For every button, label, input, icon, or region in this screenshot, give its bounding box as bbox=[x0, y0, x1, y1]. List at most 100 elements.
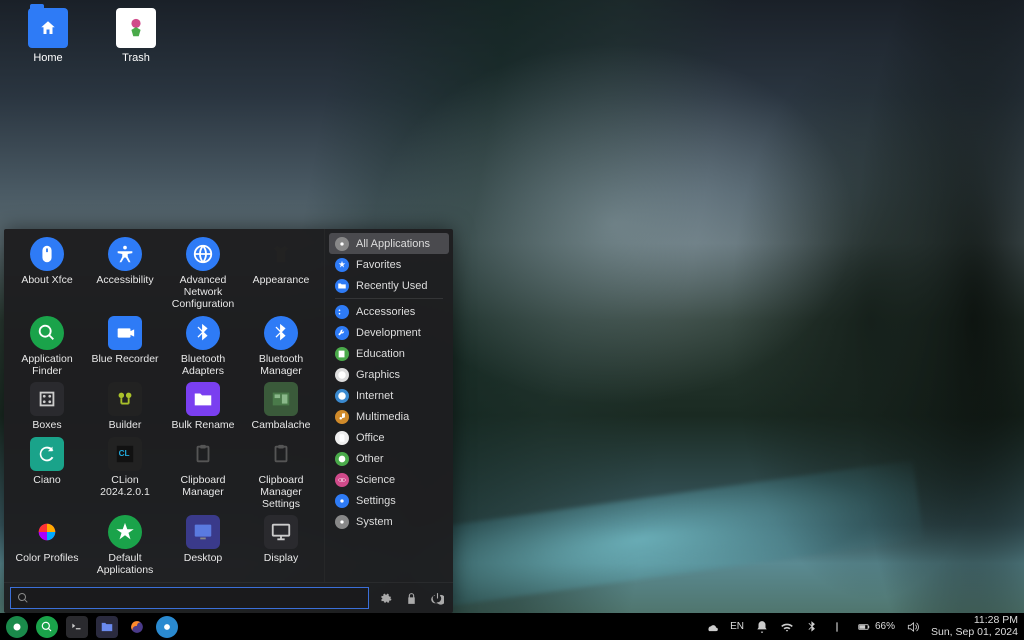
app-item[interactable]: Clipboard Manager Settings bbox=[242, 435, 320, 514]
notifications-tray-icon[interactable] bbox=[755, 620, 769, 634]
category-label: Recently Used bbox=[356, 280, 428, 292]
app-item[interactable]: CLCLion 2024.2.0.1 bbox=[86, 435, 164, 514]
category-item[interactable]: Science bbox=[329, 469, 449, 490]
desktop-icon-label: Home bbox=[16, 52, 80, 64]
app-icon bbox=[264, 316, 298, 350]
category-item[interactable]: Settings bbox=[329, 490, 449, 511]
app-icon bbox=[108, 382, 142, 416]
category-label: System bbox=[356, 516, 393, 528]
app-launcher[interactable] bbox=[156, 616, 178, 638]
battery-tray-icon[interactable]: 66% bbox=[855, 620, 895, 634]
app-label: CLion 2024.2.0.1 bbox=[88, 474, 162, 498]
app-label: Blue Recorder bbox=[91, 353, 158, 365]
app-icon bbox=[108, 515, 142, 549]
category-icon bbox=[335, 368, 349, 382]
category-item[interactable]: Office bbox=[329, 427, 449, 448]
clock-date: Sun, Sep 01, 2024 bbox=[931, 627, 1018, 639]
app-item[interactable]: Advanced Network Configuration bbox=[164, 235, 242, 314]
search-input[interactable] bbox=[35, 591, 362, 605]
bluetooth-tray-icon[interactable] bbox=[805, 620, 819, 634]
app-icon bbox=[30, 437, 64, 471]
app-grid: About Xfce AccessibilityAdvanced Network … bbox=[4, 229, 324, 582]
app-item[interactable]: Blue Recorder bbox=[86, 314, 164, 381]
app-label: Cambalache bbox=[252, 419, 311, 431]
category-icon bbox=[335, 389, 349, 403]
power-button[interactable] bbox=[427, 588, 447, 608]
app-icon bbox=[186, 437, 220, 471]
terminal-launcher[interactable] bbox=[66, 616, 88, 638]
app-item[interactable]: Color Profiles bbox=[8, 513, 86, 580]
app-item[interactable]: Boxes bbox=[8, 380, 86, 435]
category-icon bbox=[335, 431, 349, 445]
app-item[interactable]: About Xfce bbox=[8, 235, 86, 314]
start-menu-button[interactable] bbox=[6, 616, 28, 638]
category-icon bbox=[335, 473, 349, 487]
app-icon bbox=[160, 620, 174, 634]
app-label: Bulk Rename bbox=[171, 419, 234, 431]
app-label: About Xfce bbox=[21, 274, 72, 286]
app-item[interactable]: Bulk Rename bbox=[164, 380, 242, 435]
category-item[interactable]: Internet bbox=[329, 385, 449, 406]
app-item[interactable]: Default Applications bbox=[86, 513, 164, 580]
app-label: Bluetooth Adapters bbox=[166, 353, 240, 377]
app-item[interactable]: Display bbox=[242, 513, 320, 580]
app-item[interactable]: Builder bbox=[86, 380, 164, 435]
cloud-tray-icon[interactable] bbox=[705, 620, 719, 634]
desktop-icon-label: Trash bbox=[104, 52, 168, 64]
app-item[interactable]: Accessibility bbox=[86, 235, 164, 314]
category-item[interactable]: System bbox=[329, 511, 449, 532]
lock-button[interactable] bbox=[401, 588, 421, 608]
app-item[interactable]: Application Finder bbox=[8, 314, 86, 381]
firefox-icon bbox=[130, 620, 144, 634]
language-indicator[interactable]: EN bbox=[730, 621, 744, 632]
files-launcher[interactable] bbox=[96, 616, 118, 638]
category-item[interactable]: Multimedia bbox=[329, 406, 449, 427]
category-item[interactable]: Graphics bbox=[329, 364, 449, 385]
app-icon bbox=[264, 515, 298, 549]
category-icon bbox=[335, 452, 349, 466]
category-label: All Applications bbox=[356, 238, 430, 250]
app-icon bbox=[108, 316, 142, 350]
app-label: Default Applications bbox=[88, 552, 162, 576]
settings-button[interactable] bbox=[375, 588, 395, 608]
category-label: Multimedia bbox=[356, 411, 409, 423]
gear-icon bbox=[379, 592, 392, 605]
app-item[interactable]: Ciano bbox=[8, 435, 86, 514]
app-label: Boxes bbox=[32, 419, 61, 431]
category-label: Internet bbox=[356, 390, 393, 402]
firefox-launcher[interactable] bbox=[126, 616, 148, 638]
category-item[interactable]: Education bbox=[329, 343, 449, 364]
search-launcher[interactable] bbox=[36, 616, 58, 638]
category-icon bbox=[335, 326, 349, 340]
trash-icon bbox=[116, 8, 156, 48]
category-item[interactable]: Other bbox=[329, 448, 449, 469]
category-item[interactable]: All Applications bbox=[329, 233, 449, 254]
desktop-icon-trash[interactable]: Trash bbox=[104, 8, 168, 64]
app-item[interactable]: Appearance bbox=[242, 235, 320, 314]
desktop-icon-home[interactable]: Home bbox=[16, 8, 80, 64]
category-label: Accessories bbox=[356, 306, 415, 318]
app-icon bbox=[186, 237, 220, 271]
app-item[interactable]: Bluetooth Adapters bbox=[164, 314, 242, 381]
app-icon bbox=[108, 237, 142, 271]
app-item[interactable]: Cambalache bbox=[242, 380, 320, 435]
app-item[interactable]: Bluetooth Manager bbox=[242, 314, 320, 381]
separator-tray bbox=[830, 620, 844, 634]
app-item[interactable]: Clipboard Manager bbox=[164, 435, 242, 514]
app-icon bbox=[264, 437, 298, 471]
category-item[interactable]: Favorites bbox=[329, 254, 449, 275]
folder-home-icon bbox=[28, 8, 68, 48]
clock[interactable]: 11:28 PM Sun, Sep 01, 2024 bbox=[931, 615, 1018, 638]
app-icon bbox=[186, 316, 220, 350]
category-label: Office bbox=[356, 432, 385, 444]
app-label: Application Finder bbox=[10, 353, 84, 377]
wifi-tray-icon[interactable] bbox=[780, 620, 794, 634]
search-box[interactable] bbox=[10, 587, 369, 609]
category-separator bbox=[335, 298, 443, 299]
category-item[interactable]: Development bbox=[329, 322, 449, 343]
app-item[interactable]: Desktop bbox=[164, 513, 242, 580]
category-item[interactable]: Recently Used bbox=[329, 275, 449, 296]
category-icon bbox=[335, 237, 349, 251]
volume-tray-icon[interactable] bbox=[906, 620, 920, 634]
category-item[interactable]: Accessories bbox=[329, 301, 449, 322]
